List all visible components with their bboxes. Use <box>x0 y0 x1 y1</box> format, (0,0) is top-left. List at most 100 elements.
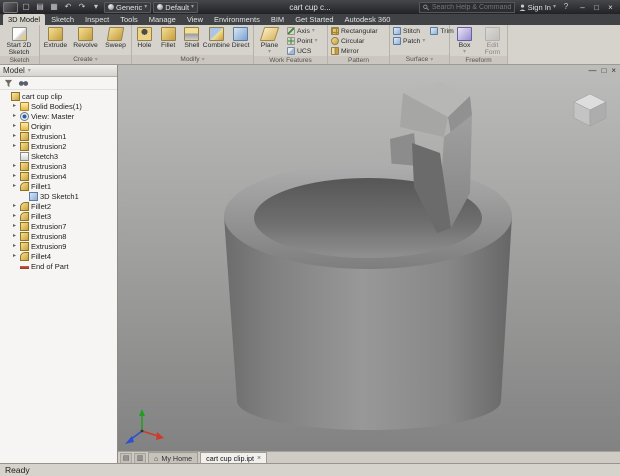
extrude-button[interactable]: Extrude <box>41 26 70 49</box>
circular-pattern-button[interactable]: Circular <box>329 36 380 46</box>
tab-label: cart cup clip.ipt <box>206 453 255 463</box>
filter-icon[interactable] <box>4 79 13 88</box>
tree-item[interactable]: ▸ Extrusion1 <box>0 131 117 141</box>
tab-grid-icon[interactable]: ▤ <box>120 453 132 463</box>
help-search[interactable] <box>418 1 515 13</box>
new-icon[interactable]: ▢ <box>20 1 32 13</box>
sketch3d-icon <box>29 191 38 201</box>
doc-minimize-button[interactable]: — <box>588 66 596 75</box>
qat-customize-icon[interactable]: ▾ <box>90 1 102 13</box>
sign-in-button[interactable]: Sign In ▾ <box>519 3 556 12</box>
close-tab-icon[interactable]: × <box>257 455 261 462</box>
stitch-button[interactable]: Stitch <box>391 26 427 36</box>
find-icon[interactable] <box>18 79 29 88</box>
doc-restore-button[interactable]: □ <box>601 66 606 75</box>
panel-label-modify[interactable]: Modify ▾ <box>132 55 253 64</box>
expand-arrow-icon[interactable]: ▸ <box>11 201 18 211</box>
combine-button[interactable]: Combine <box>203 26 230 49</box>
expand-arrow-icon[interactable]: ▸ <box>11 121 18 131</box>
tree-item[interactable]: ▸ Fillet2 <box>0 201 117 211</box>
open-icon[interactable]: ▤ <box>34 1 46 13</box>
edit-form-button[interactable]: Edit Form <box>479 26 506 56</box>
freeform-box-button[interactable]: Box ▾ <box>451 26 478 55</box>
expand-arrow-icon[interactable]: ▸ <box>11 251 18 261</box>
rectangular-pattern-button[interactable]: Rectangular <box>329 26 380 36</box>
browser-header[interactable]: Model ▾ <box>0 65 117 77</box>
tree-item[interactable]: ▸ Solid Bodies(1) <box>0 101 117 111</box>
tree-item[interactable]: ▸ View: Master <box>0 111 117 121</box>
tree-item[interactable]: Sketch3 <box>0 151 117 161</box>
tree-item[interactable]: ▸ Extrusion9 <box>0 241 117 251</box>
maximize-button[interactable]: □ <box>590 2 603 13</box>
appearance-select[interactable]: Default ▾ <box>153 1 199 13</box>
undo-icon[interactable]: ↶ <box>62 1 74 13</box>
help-icon[interactable]: ? <box>560 1 572 13</box>
revolve-button[interactable]: Revolve <box>71 26 100 49</box>
extrusion-icon <box>20 141 29 151</box>
ribbon-tab-get-started[interactable]: Get Started <box>290 14 338 25</box>
minimize-button[interactable]: – <box>576 2 589 13</box>
hole-button[interactable]: Hole <box>133 26 156 49</box>
close-button[interactable]: × <box>604 2 617 13</box>
expand-arrow-icon[interactable]: ▸ <box>11 221 18 231</box>
button-label: Rectangular <box>341 27 378 35</box>
expand-arrow-icon[interactable]: ▸ <box>11 111 18 121</box>
start-2d-sketch-button[interactable]: Start 2D Sketch <box>1 26 37 56</box>
tab-my-home[interactable]: ⌂ My Home <box>148 452 199 463</box>
tree-item[interactable]: ▸ Origin <box>0 121 117 131</box>
mirror-button[interactable]: Mirror <box>329 46 380 56</box>
search-input[interactable] <box>431 3 511 11</box>
expand-arrow-icon[interactable]: ▸ <box>11 131 18 141</box>
shell-button[interactable]: Shell <box>181 26 204 49</box>
ribbon-tab-manage[interactable]: Manage <box>144 14 181 25</box>
ucs-button[interactable]: UCS <box>285 46 320 56</box>
tree-item[interactable]: ▸ Extrusion8 <box>0 231 117 241</box>
material-select[interactable]: Generic ▾ <box>104 1 152 13</box>
tree-item[interactable]: 3D Sketch1 <box>0 191 117 201</box>
tree-item[interactable]: cart cup clip <box>0 91 117 101</box>
ribbon-tab-environments[interactable]: Environments <box>209 14 265 25</box>
expand-arrow-icon[interactable]: ▸ <box>11 181 18 191</box>
direct-button[interactable]: Direct <box>229 26 252 49</box>
expand-arrow-icon[interactable]: ▸ <box>11 211 18 221</box>
doc-close-button[interactable]: × <box>611 66 616 75</box>
fillet-button[interactable]: Fillet <box>157 26 180 49</box>
expand-arrow-icon[interactable]: ▸ <box>11 161 18 171</box>
viewport-3d[interactable]: — □ × <box>118 65 620 451</box>
ribbon-tab-tools[interactable]: Tools <box>115 14 143 25</box>
sweep-button[interactable]: Sweep <box>101 26 130 49</box>
patch-button[interactable]: Patch ▾ <box>391 36 427 46</box>
ribbon-tab-sketch[interactable]: Sketch <box>46 14 79 25</box>
tree-item[interactable]: ▸ Fillet4 <box>0 251 117 261</box>
expand-arrow-icon[interactable]: ▸ <box>11 101 18 111</box>
ribbon-tab-inspect[interactable]: Inspect <box>80 14 114 25</box>
ribbon-tab-autodesk-360[interactable]: Autodesk 360 <box>340 14 396 25</box>
expand-arrow-icon[interactable]: ▸ <box>11 171 18 181</box>
tree-item[interactable]: ▸ Fillet1 <box>0 181 117 191</box>
axis-button[interactable]: Axis ▾ <box>285 26 320 36</box>
tree-item[interactable]: ▸ Extrusion7 <box>0 221 117 231</box>
expand-arrow-icon[interactable]: ▸ <box>11 231 18 241</box>
point-button[interactable]: Point ▾ <box>285 36 320 46</box>
tree-item[interactable]: ▸ Extrusion4 <box>0 171 117 181</box>
tree-item[interactable]: End of Part <box>0 261 117 271</box>
expand-arrow-icon[interactable]: ▸ <box>11 141 18 151</box>
tree-item[interactable]: ▸ Fillet3 <box>0 211 117 221</box>
redo-icon[interactable]: ↷ <box>76 1 88 13</box>
ribbon-tab-3d-model[interactable]: 3D Model <box>3 14 46 25</box>
search-icon <box>422 4 429 10</box>
tree-item-label: Extrusion2 <box>31 141 67 151</box>
tab-cart-cup-clip[interactable]: cart cup clip.ipt × <box>200 452 268 463</box>
panel-label-create[interactable]: Create ▾ <box>40 55 131 64</box>
tree-item[interactable]: ▸ Extrusion3 <box>0 161 117 171</box>
save-icon[interactable]: ▦ <box>48 1 60 13</box>
tab-list-icon[interactable]: ▥ <box>134 453 146 463</box>
ribbon-tab-bim[interactable]: BIM <box>266 14 289 25</box>
tree-item[interactable]: ▸ Extrusion2 <box>0 141 117 151</box>
panel-label-surface[interactable]: Surface ▾ <box>390 55 449 64</box>
plane-button[interactable]: Plane ▾ <box>255 26 284 55</box>
chevron-down-icon: ▾ <box>267 49 271 55</box>
expand-arrow-icon[interactable]: ▸ <box>11 241 18 251</box>
ribbon-tab-view[interactable]: View <box>182 14 208 25</box>
application-menu-icon[interactable] <box>3 1 18 13</box>
